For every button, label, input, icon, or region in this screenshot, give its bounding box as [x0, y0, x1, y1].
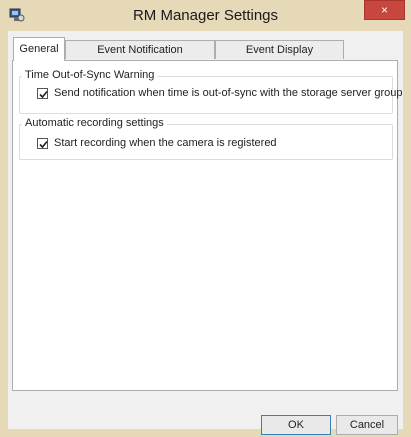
ok-button[interactable]: OK	[261, 415, 331, 435]
checkmark-icon	[39, 90, 48, 99]
send-notification-label[interactable]: Send notification when time is out-of-sy…	[54, 87, 403, 99]
start-recording-label[interactable]: Start recording when the camera is regis…	[54, 137, 277, 149]
checkmark-icon	[39, 140, 48, 149]
tab-event-notification[interactable]: Event Notification	[65, 40, 215, 59]
tab-general[interactable]: General	[13, 37, 65, 61]
recording-group-legend: Automatic recording settings	[22, 117, 167, 129]
general-tab-panel: Time Out-of-Sync Warning Send notificati…	[12, 60, 403, 391]
time-sync-group-legend: Time Out-of-Sync Warning	[22, 69, 158, 81]
settings-window: RM Manager Settings × General Event Noti…	[0, 0, 411, 437]
recording-group: Automatic recording settings Start recor…	[19, 117, 393, 160]
cancel-button[interactable]: Cancel	[336, 415, 398, 435]
title-bar[interactable]: RM Manager Settings ×	[0, 0, 411, 31]
tab-event-display[interactable]: Event Display	[215, 40, 344, 59]
dialog-client-area: General Event Notification Event Display…	[8, 31, 403, 435]
start-recording-checkbox[interactable]	[37, 138, 48, 149]
close-icon: ×	[380, 3, 388, 17]
close-button[interactable]: ×	[364, 0, 405, 20]
tab-strip: General Event Notification Event Display	[8, 31, 403, 61]
time-sync-group: Time Out-of-Sync Warning Send notificati…	[19, 69, 403, 114]
send-notification-checkbox[interactable]	[37, 88, 48, 99]
window-title: RM Manager Settings	[132, 7, 279, 24]
